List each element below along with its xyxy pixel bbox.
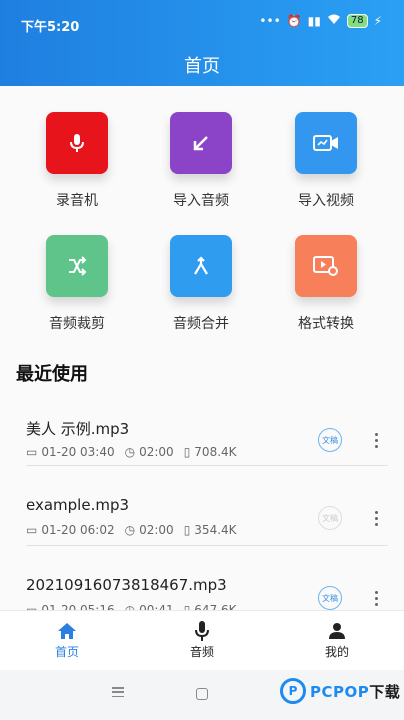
nav-home[interactable]: 首页 <box>27 619 107 660</box>
watermark-brand: PCPOP <box>310 682 370 701</box>
tool-audio-merge[interactable]: 音频合并 <box>146 235 256 333</box>
header: 下午5:20 ••• ⏰ ▮▮ 78 ⚡ 首页 <box>0 0 404 86</box>
tool-tile[interactable] <box>295 235 357 297</box>
shuffle-icon <box>69 256 87 276</box>
more-dots-icon: ••• <box>259 14 281 28</box>
file-name: 美人 示例.mp3 <box>26 420 130 438</box>
file-date: 01-20 03:40 <box>41 445 115 459</box>
bottom-nav: 首页 音频 我的 <box>0 610 404 670</box>
main-content: 录音机 导入音频 导入视频 音频裁剪 音频合并 格式转换 最近使用 美人 示例.… <box>0 86 404 617</box>
file-duration: 02:00 <box>139 445 174 459</box>
divider <box>26 545 388 546</box>
status-icons: ••• ⏰ ▮▮ 78 ⚡ <box>259 14 382 28</box>
tool-label: 格式转换 <box>298 316 354 332</box>
nav-audio[interactable]: 音频 <box>162 619 242 660</box>
signal-icon: ▮▮ <box>307 14 321 28</box>
transcript-badge[interactable]: 文稿 <box>318 506 342 530</box>
calendar-icon: ▭ <box>26 523 38 537</box>
file-size: 354.4K <box>194 523 237 537</box>
nav-label: 首页 <box>54 645 79 659</box>
more-options-icon[interactable] <box>366 586 386 610</box>
list-item[interactable]: 美人 示例.mp3 ▭ 01-20 03:40 ◷ 02:00 ▯ 708.4K 文稿 <box>0 408 404 488</box>
charging-icon: ⚡ <box>373 14 382 28</box>
more-options-icon[interactable] <box>366 428 386 452</box>
tool-label: 音频合并 <box>173 316 229 332</box>
file-date: 01-20 06:02 <box>41 523 115 537</box>
nav-label: 我的 <box>324 645 349 659</box>
import-arrow-icon <box>193 136 208 151</box>
file-icon: ▯ <box>183 523 191 537</box>
tool-format-convert[interactable]: 格式转换 <box>271 235 381 333</box>
tool-label: 录音机 <box>56 193 98 209</box>
watermark-suffix: 下载 <box>369 682 401 701</box>
tool-import-video[interactable]: 导入视频 <box>271 112 381 210</box>
menu-icon[interactable] <box>112 687 124 697</box>
microphone-icon <box>195 621 209 641</box>
microphone-icon <box>70 134 84 152</box>
file-meta: ▭ 01-20 06:02 ◷ 02:00 ▯ 354.4K <box>26 523 237 537</box>
page-title: 首页 <box>184 56 220 77</box>
tool-label: 导入视频 <box>298 193 354 209</box>
tool-tile[interactable] <box>170 235 232 297</box>
system-nav-bar: P PCPOP下载 <box>0 670 404 720</box>
battery-icon: 78 <box>346 14 368 28</box>
system-home-icon[interactable] <box>196 688 208 700</box>
nav-label: 音频 <box>189 645 214 659</box>
tool-import-audio[interactable]: 导入音频 <box>146 112 256 210</box>
divider <box>26 465 388 466</box>
tool-label: 音频裁剪 <box>49 316 105 332</box>
tool-audio-trim[interactable]: 音频裁剪 <box>22 235 132 333</box>
user-icon <box>329 623 345 639</box>
clock-icon: ◷ <box>124 523 136 537</box>
recent-title: 最近使用 <box>16 364 88 385</box>
calendar-icon: ▭ <box>26 445 38 459</box>
tool-tile[interactable] <box>170 112 232 174</box>
file-icon: ▯ <box>183 445 191 459</box>
watermark-logo: P PCPOP下载 <box>280 678 400 704</box>
file-name: example.mp3 <box>26 496 130 514</box>
video-camera-icon <box>313 135 338 151</box>
home-icon <box>58 623 76 639</box>
video-convert-icon <box>313 256 338 276</box>
more-options-icon[interactable] <box>366 506 386 530</box>
alarm-icon: ⏰ <box>286 14 302 28</box>
watermark-logo-icon: P <box>280 678 306 704</box>
file-duration: 02:00 <box>139 523 174 537</box>
tool-tile[interactable] <box>46 112 108 174</box>
clock-icon: ◷ <box>124 445 136 459</box>
file-name: 20210916073818467.mp3 <box>26 576 227 594</box>
file-size: 708.4K <box>194 445 237 459</box>
nav-profile[interactable]: 我的 <box>297 619 377 660</box>
merge-icon <box>194 256 208 275</box>
transcript-badge[interactable]: 文稿 <box>318 586 342 610</box>
list-item[interactable]: example.mp3 ▭ 01-20 06:02 ◷ 02:00 ▯ 354.4K … <box>0 486 404 566</box>
tool-recorder[interactable]: 录音机 <box>22 112 132 210</box>
status-time: 下午5:20 <box>21 20 80 35</box>
tool-tile[interactable] <box>295 112 357 174</box>
transcript-badge[interactable]: 文稿 <box>318 428 342 452</box>
file-meta: ▭ 01-20 03:40 ◷ 02:00 ▯ 708.4K <box>26 445 237 459</box>
tool-label: 导入音频 <box>173 193 229 209</box>
wifi-icon <box>327 14 341 28</box>
tool-tile[interactable] <box>46 235 108 297</box>
